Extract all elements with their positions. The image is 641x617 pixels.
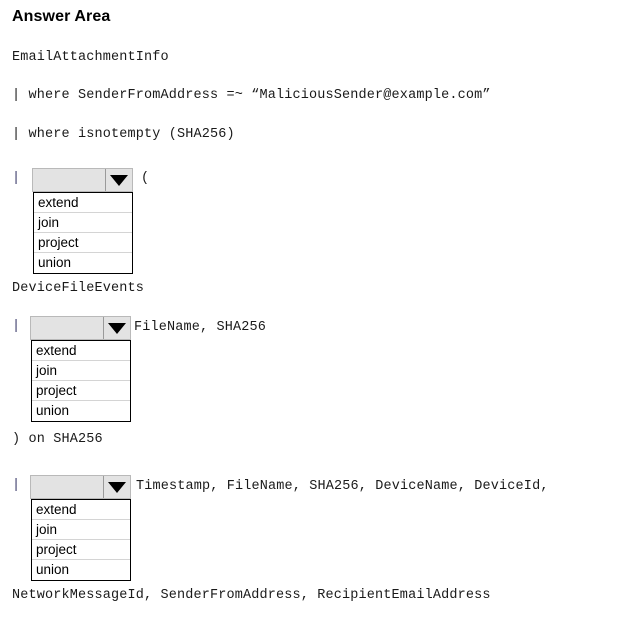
option-union[interactable]: union	[32, 560, 130, 580]
chevron-down-icon[interactable]	[105, 169, 132, 191]
option-extend[interactable]: extend	[34, 193, 132, 213]
code-pipe-3: |	[12, 478, 21, 493]
operator-select-3-combo[interactable]	[30, 475, 131, 499]
code-line-device-table: DeviceFileEvents	[12, 281, 145, 296]
option-join[interactable]: join	[32, 361, 130, 381]
page-title: Answer Area	[12, 8, 111, 25]
option-project[interactable]: project	[34, 233, 132, 253]
operator-select-1[interactable]: extend join project union	[32, 168, 133, 274]
operator-select-2[interactable]: extend join project union	[30, 316, 131, 422]
code-line-where-sender: | where SenderFromAddress =~ “MaliciousS…	[12, 88, 491, 103]
code-columns-inner: FileName, SHA256	[134, 320, 267, 335]
code-line-where-isnotempty: | where isnotempty (SHA256)	[12, 127, 235, 142]
operator-select-1-options[interactable]: extend join project union	[33, 192, 133, 274]
operator-select-2-options[interactable]: extend join project union	[31, 340, 131, 422]
operator-select-3[interactable]: extend join project union	[30, 475, 131, 581]
code-open-paren: (	[141, 171, 150, 186]
operator-select-2-value	[31, 317, 103, 339]
code-line-table: EmailAttachmentInfo	[12, 50, 169, 65]
operator-select-2-combo[interactable]	[30, 316, 131, 340]
operator-select-3-value	[31, 476, 103, 498]
option-project[interactable]: project	[32, 540, 130, 560]
code-pipe-2: |	[12, 319, 21, 334]
option-union[interactable]: union	[32, 401, 130, 421]
code-columns-outer: Timestamp, FileName, SHA256, DeviceName,…	[136, 479, 549, 494]
chevron-down-icon[interactable]	[103, 317, 130, 339]
option-project[interactable]: project	[32, 381, 130, 401]
operator-select-1-combo[interactable]	[32, 168, 133, 192]
option-extend[interactable]: extend	[32, 341, 130, 361]
code-close-on: ) on SHA256	[12, 432, 103, 447]
code-pipe-1: |	[12, 171, 21, 186]
operator-select-1-value	[33, 169, 105, 191]
option-join[interactable]: join	[32, 520, 130, 540]
code-columns-outer-continued: NetworkMessageId, SenderFromAddress, Rec…	[12, 588, 491, 603]
chevron-down-icon[interactable]	[103, 476, 130, 498]
option-extend[interactable]: extend	[32, 500, 130, 520]
option-union[interactable]: union	[34, 253, 132, 273]
option-join[interactable]: join	[34, 213, 132, 233]
operator-select-3-options[interactable]: extend join project union	[31, 499, 131, 581]
